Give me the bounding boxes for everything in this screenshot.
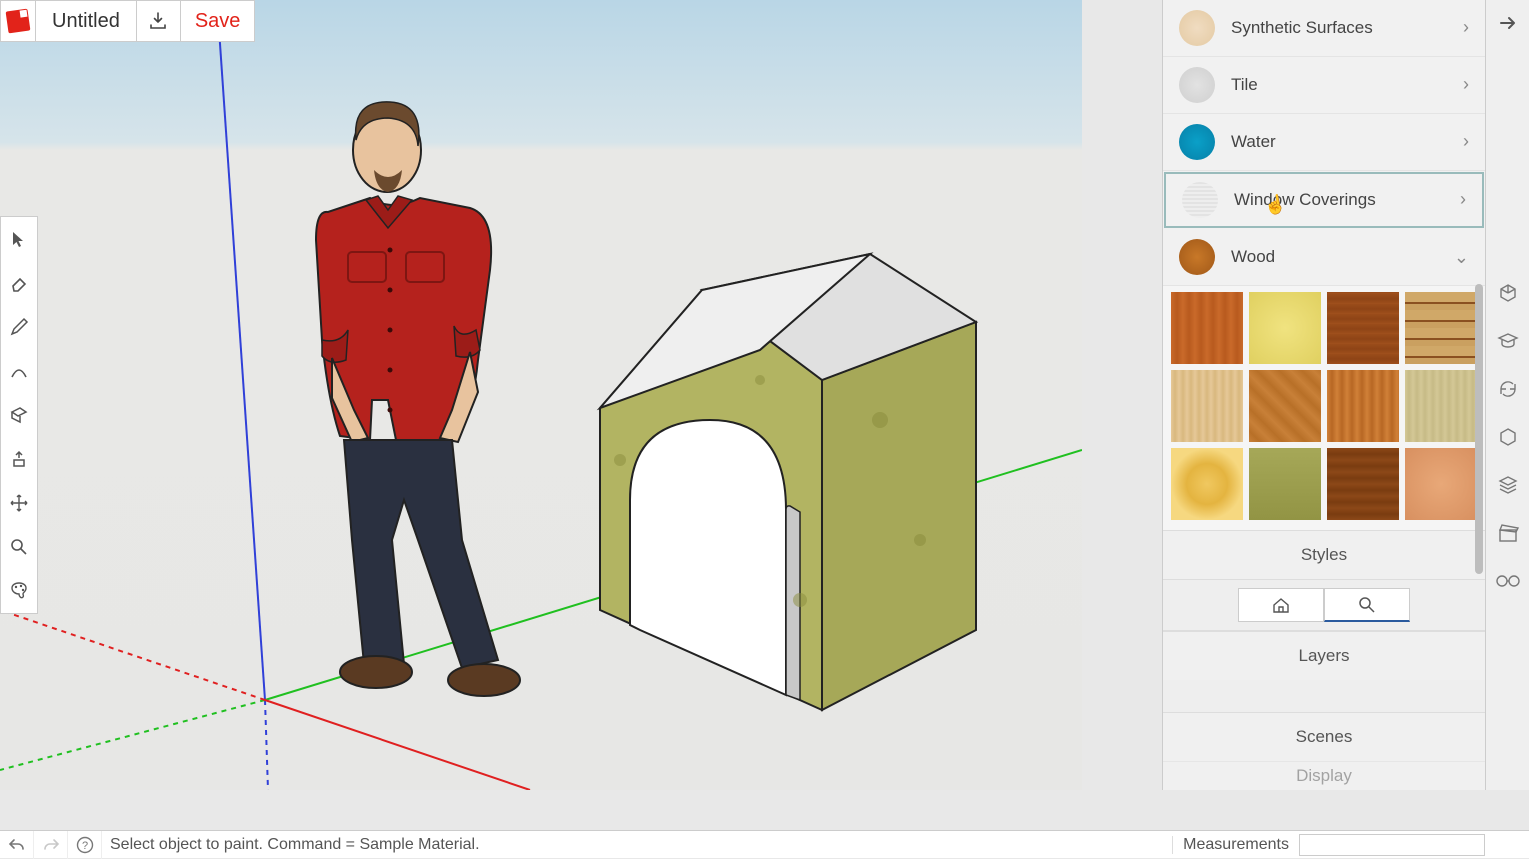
category-tile[interactable]: Tile › [1163, 57, 1485, 114]
undo-button[interactable] [0, 831, 34, 859]
status-bar: ? Select object to paint. Command = Samp… [0, 830, 1529, 858]
wood-texture-11[interactable] [1327, 448, 1399, 520]
glasses-icon [1496, 573, 1520, 589]
entity-info-button[interactable] [1495, 280, 1521, 306]
wood-texture-grid [1163, 286, 1485, 530]
left-toolbar [0, 216, 38, 614]
download-icon [148, 11, 168, 31]
swatch-icon [1179, 10, 1215, 46]
styles-tabs [1163, 579, 1485, 631]
category-synthetic-surfaces[interactable]: Synthetic Surfaces › [1163, 0, 1485, 57]
move-tool[interactable] [1, 481, 37, 525]
redo-button[interactable] [34, 831, 68, 859]
category-label: Water [1231, 132, 1447, 152]
scenes-section-header[interactable]: Scenes [1163, 712, 1485, 761]
graduation-icon [1497, 330, 1519, 352]
wood-texture-9[interactable] [1171, 448, 1243, 520]
panel-scrollbar[interactable] [1473, 4, 1483, 786]
collapse-panel-button[interactable] [1495, 10, 1521, 36]
pushpull-tool[interactable] [1, 437, 37, 481]
chevron-right-icon: › [1463, 74, 1469, 95]
category-label: Synthetic Surfaces [1231, 18, 1447, 38]
pointer-cursor-icon: ☝ [1262, 193, 1288, 218]
category-label: Wood [1231, 247, 1438, 267]
move-icon [9, 493, 29, 513]
paint-tool[interactable] [1, 569, 37, 613]
chevron-down-icon: ⌄ [1454, 247, 1469, 268]
file-title[interactable]: Untitled [36, 0, 137, 42]
swatch-icon [1182, 182, 1218, 218]
layers-section-header[interactable]: Layers [1163, 631, 1485, 680]
cube-info-icon [1497, 282, 1519, 304]
wood-texture-7[interactable] [1327, 370, 1399, 442]
swatch-icon [1179, 67, 1215, 103]
outliner-button[interactable] [1495, 424, 1521, 450]
styles-section-header[interactable]: Styles [1163, 530, 1485, 579]
display-button[interactable] [1495, 568, 1521, 594]
category-water[interactable]: Water › [1163, 114, 1485, 171]
arrow-right-icon [1497, 12, 1519, 34]
right-toolbar [1485, 0, 1529, 790]
chevron-right-icon: › [1463, 17, 1469, 38]
line-tool[interactable] [1, 305, 37, 349]
scrollbar-thumb[interactable] [1475, 284, 1483, 574]
help-button[interactable]: ? [68, 831, 102, 859]
select-tool[interactable] [1, 217, 37, 261]
redo-icon [42, 836, 60, 854]
undo-icon [8, 836, 26, 854]
instructor-button[interactable] [1495, 328, 1521, 354]
wood-texture-6[interactable] [1249, 370, 1321, 442]
category-wood[interactable]: Wood ⌄ [1163, 229, 1485, 286]
measurements-label: Measurements [1172, 836, 1299, 854]
swatch-icon [1179, 239, 1215, 275]
category-window-coverings[interactable]: Window Coverings › [1164, 172, 1484, 228]
category-label: Tile [1231, 75, 1447, 95]
layers-icon [1497, 474, 1519, 496]
measurements-input[interactable] [1299, 834, 1485, 856]
wood-texture-3[interactable] [1327, 292, 1399, 364]
arc-tool[interactable] [1, 349, 37, 393]
arc-icon [9, 361, 29, 381]
pushpull-icon [9, 449, 29, 469]
magnify-icon [9, 537, 29, 557]
wood-texture-1[interactable] [1171, 292, 1243, 364]
layers-button[interactable] [1495, 472, 1521, 498]
swatch-icon [1179, 124, 1215, 160]
search-icon [1358, 596, 1376, 614]
styles-home-tab[interactable] [1238, 588, 1324, 622]
display-section-header[interactable]: Display [1163, 761, 1485, 790]
components-button[interactable] [1495, 376, 1521, 402]
wood-texture-12[interactable] [1405, 448, 1477, 520]
eraser-tool[interactable] [1, 261, 37, 305]
home-icon [1272, 596, 1290, 614]
pencil-icon [9, 317, 29, 337]
rectangle-icon [9, 405, 29, 425]
scenes-button[interactable] [1495, 520, 1521, 546]
rectangle-tool[interactable] [1, 393, 37, 437]
app-logo[interactable] [0, 0, 36, 42]
cube-icon [1497, 426, 1519, 448]
wood-texture-5[interactable] [1171, 370, 1243, 442]
chevron-right-icon: › [1460, 189, 1466, 210]
paint-icon [8, 580, 30, 602]
help-icon: ? [76, 836, 94, 854]
eraser-icon [9, 273, 29, 293]
top-bar: Untitled Save [0, 0, 255, 42]
wood-texture-8[interactable] [1405, 370, 1477, 442]
refresh-icon [1497, 378, 1519, 400]
wood-texture-10[interactable] [1249, 448, 1321, 520]
styles-browse-tab[interactable] [1324, 588, 1410, 622]
wood-texture-4[interactable] [1405, 292, 1477, 364]
viewport-3d[interactable] [0, 0, 1082, 790]
download-button[interactable] [137, 0, 181, 42]
svg-text:?: ? [81, 840, 87, 852]
status-message: Select object to paint. Command = Sample… [102, 836, 1172, 854]
materials-panel: Synthetic Surfaces › Tile › Water › Wind… [1162, 0, 1485, 790]
cursor-icon [10, 230, 28, 248]
wood-texture-2[interactable] [1249, 292, 1321, 364]
chevron-right-icon: › [1463, 131, 1469, 152]
clapper-icon [1497, 522, 1519, 544]
zoom-tool[interactable] [1, 525, 37, 569]
save-button[interactable]: Save [181, 0, 256, 42]
